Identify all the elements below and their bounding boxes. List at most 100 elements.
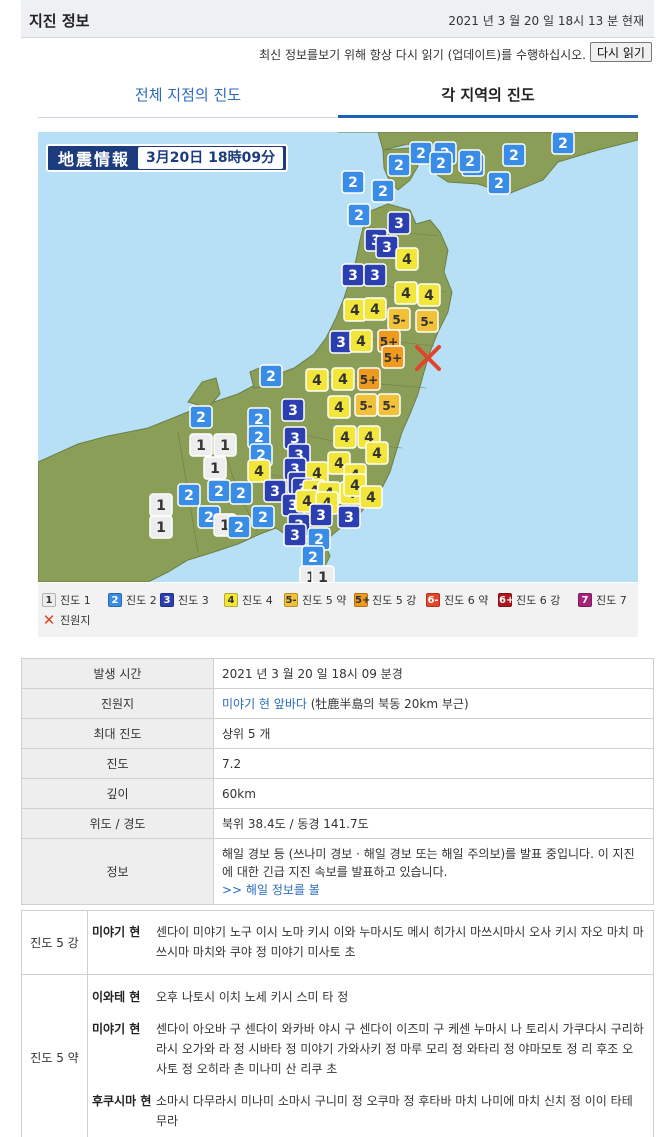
intensity-marker-label: 2	[416, 146, 426, 162]
area-list: 미야기 현 센다이 미야기 노구 이시 노마 키시 이와 누마시도 메시 히가시…	[87, 910, 654, 975]
intensity-marker: 4	[349, 329, 373, 353]
legend-swatch: ✕	[42, 611, 56, 629]
legend-item: 4 진도 4	[224, 592, 273, 608]
intensity-marker: 5+	[357, 367, 381, 391]
intensity-marker: 1	[189, 433, 213, 457]
info-key: 정보	[21, 838, 214, 905]
intensity-marker: 4	[333, 425, 357, 449]
prefecture-entry: 후쿠시마 현 소마시 다무라시 미나미 소마시 구니미 정 오쿠마 정 후타바 …	[92, 1091, 647, 1131]
intensity-marker-label: 1	[318, 570, 328, 582]
info-row-latlon: 위도 / 경도 북위 38.4도 / 동경 141.7도	[21, 808, 654, 839]
legend-label: 진도 3	[178, 594, 209, 607]
intensity-marker: 3	[281, 398, 305, 422]
intensity-marker-label: 2	[214, 484, 224, 500]
epicenter-link[interactable]: 미야기 현 앞바다	[222, 697, 307, 711]
intensity-marker: 4	[395, 247, 419, 271]
intensity-marker-label: 4	[254, 464, 264, 480]
intensity-marker-label: 4	[372, 446, 382, 462]
intensity-marker-label: 2	[558, 136, 568, 152]
info-value: 해일 경보 등 (쓰나미 경보 · 해일 경보 또는 해일 주의보)를 발표 중…	[213, 838, 654, 905]
japan-map-svg: 22222222222233343344445-5-345+5+2445+45-…	[38, 132, 638, 582]
prefecture-entry: 미야기 현 센다이 아오바 구 센다이 와카바 야시 구 센다이 이즈미 구 케…	[92, 1019, 647, 1079]
legend-item: 6- 진도 6 약	[426, 592, 488, 608]
legend-swatch: 2	[108, 593, 122, 607]
intensity-marker-label: 3	[394, 216, 404, 232]
legend-item: 6+ 진도 6 강	[498, 592, 560, 608]
intensity-marker: 4	[365, 441, 389, 465]
info-key: 진원지	[21, 688, 214, 719]
page-title: 지진 정보	[29, 12, 90, 30]
intensity-marker: 2	[341, 170, 365, 194]
legend-swatch: 3	[160, 593, 174, 607]
info-value: 2021 년 3 월 20 일 18시 09 분경	[213, 658, 654, 689]
intensity-marker-label: 5-	[392, 313, 405, 327]
intensity-marker: 3	[309, 503, 333, 527]
intensity-marker-label: 3	[290, 528, 300, 544]
intensity-marker: 2	[251, 505, 275, 529]
intensity-marker-label: 5-	[420, 315, 433, 329]
legend-item: 3 진도 3	[160, 592, 209, 608]
intensity-marker-label: 3	[382, 240, 392, 256]
intensity-marker: 2	[207, 479, 231, 503]
intensity-marker: 3	[337, 505, 361, 529]
intensity-marker: 2	[301, 545, 325, 569]
intensity-level-label: 진도 5 약	[21, 974, 88, 1137]
legend-label: 진도 5 약	[302, 594, 347, 607]
intensity-marker: 2	[487, 171, 511, 195]
intensity-marker-label: 4	[424, 288, 434, 304]
intensity-marker: 4	[394, 281, 418, 305]
legend-label: 진도 7	[596, 594, 627, 607]
city-list: 오후 나토시 이치 노세 키시 스미 타 정	[156, 990, 349, 1004]
info-key: 깊이	[21, 778, 214, 809]
tsunami-info-link[interactable]: >> 해일 정보를 볼	[222, 883, 320, 897]
tab-all-points[interactable]: 전체 지점의 진도	[38, 78, 338, 118]
intensity-marker-label: 2	[436, 156, 446, 172]
intensity-marker-label: 3	[344, 510, 354, 526]
reload-button[interactable]: 다시 읽기	[590, 42, 652, 62]
intensity-marker: 2	[409, 141, 433, 165]
prefecture-name: 후쿠시마 현	[92, 1094, 152, 1108]
tab-regions[interactable]: 각 지역의 진도	[338, 78, 638, 118]
intensity-marker: 5+	[381, 345, 405, 369]
intensity-marker-label: 4	[334, 400, 344, 416]
current-timestamp: 2021 년 3 월 20 일 18시 13 분 현재	[448, 14, 644, 28]
intensity-marker: 4	[247, 459, 271, 483]
epicenter-detail: (牡鹿半島의 북동 20km 부근)	[306, 697, 469, 711]
intensity-legend: 1 진도 1 2 진도 2 3 진도 3 4 진도 4 5- 진도 5 약 5+ 진도 5 강 6- 진도…	[38, 583, 638, 637]
intensity-marker-label: 4	[350, 478, 360, 494]
intensity-marker-label: 2	[465, 154, 475, 170]
intensity-marker-label: 4	[366, 490, 376, 506]
info-row-time: 발생 시간 2021 년 3 월 20 일 18시 09 분경	[21, 658, 654, 689]
legend-label: 진원지	[60, 614, 91, 627]
intensity-marker: 5-	[415, 309, 439, 333]
map-badge-title: 地震情報	[58, 150, 131, 169]
legend-swatch: 6-	[426, 593, 440, 607]
intensity-marker-label: 4	[402, 252, 412, 268]
prefecture-name: 미야기 현	[92, 1022, 141, 1036]
info-row-depth: 깊이 60km	[21, 778, 654, 809]
legend-item: 1 진도 1	[42, 592, 91, 608]
intensity-marker-label: 2	[184, 488, 194, 504]
legend-item: 2 진도 2	[108, 592, 157, 608]
legend-item: 7 진도 7	[578, 592, 627, 608]
info-row-epicenter: 진원지 미야기 현 앞바다 (牡鹿半島의 북동 20km 부근)	[21, 688, 654, 719]
legend-swatch: 6+	[498, 593, 515, 607]
intensity-marker-label: 2	[308, 550, 318, 566]
intensity-marker: 2	[371, 179, 395, 203]
legend-swatch: 5+	[354, 593, 371, 607]
intensity-marker-label: 2	[258, 510, 268, 526]
intensity-marker-label: 3	[348, 268, 358, 284]
prefecture-entry: 이와테 현 오후 나토시 이치 노세 키시 스미 타 정	[92, 987, 647, 1007]
intensity-marker: 2	[429, 151, 453, 175]
info-row-magnitude: 진도 7.2	[21, 748, 654, 779]
intensity-map: 22222222222233343344445-5-345+5+2445+45-…	[38, 132, 638, 582]
info-key: 위도 / 경도	[21, 808, 214, 839]
quake-info-table: 발생 시간 2021 년 3 월 20 일 18시 09 분경 진원지 미야기 …	[21, 658, 654, 905]
intensity-marker: 5-	[377, 393, 401, 417]
intensity-marker-label: 4	[356, 334, 366, 350]
area-list: 이와테 현 오후 나토시 이치 노세 키시 스미 타 정 미야기 현 센다이 아…	[87, 974, 654, 1137]
info-value: 7.2	[213, 748, 654, 779]
intensity-marker-label: 5-	[382, 399, 395, 413]
intensity-marker-label: 1	[210, 461, 220, 477]
intensity-marker-label: 1	[196, 438, 206, 454]
